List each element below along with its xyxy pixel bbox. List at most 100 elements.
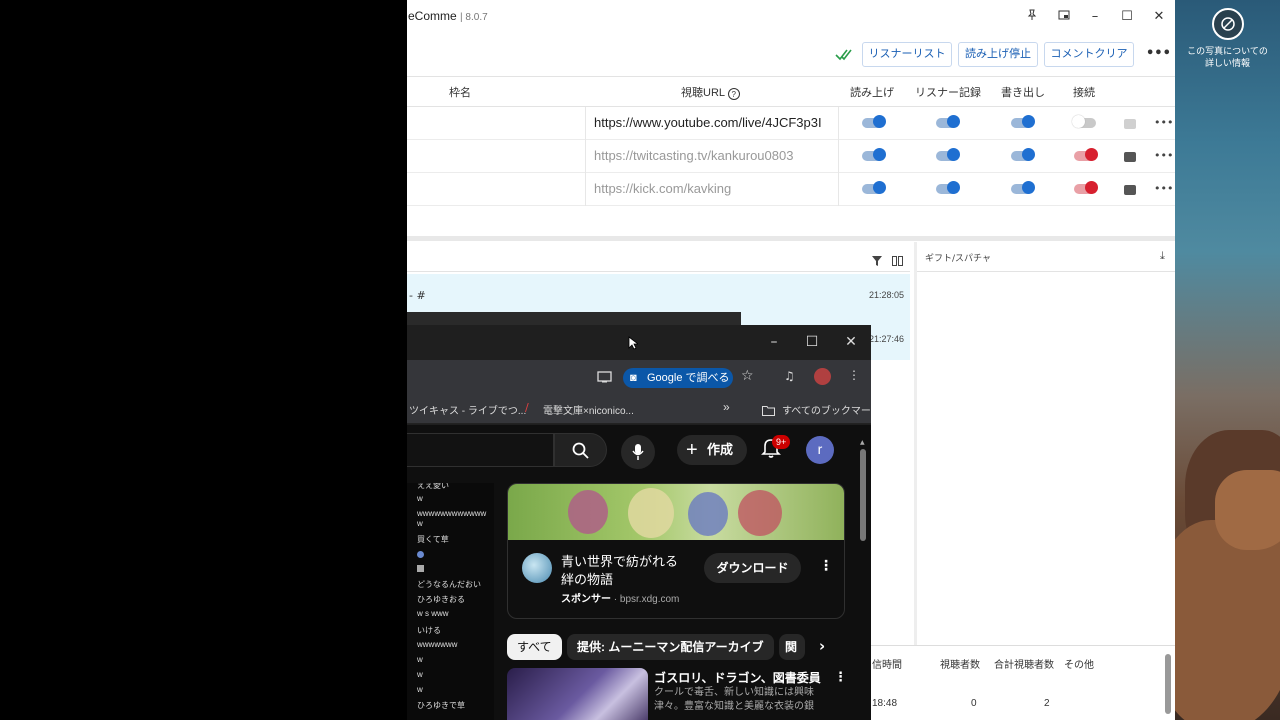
url-field[interactable]: https://kick.com/kavking — [585, 173, 839, 206]
youtube-page: + 作成 9+ r ▲ ええ愛い w wwwwwwwwwwww w 買くて草 ど… — [407, 425, 871, 720]
export-toggle[interactable] — [1011, 148, 1035, 161]
read-toggle[interactable] — [862, 148, 886, 161]
url-field[interactable]: https://twitcasting.tv/kankurou0803 — [585, 140, 839, 173]
ad-title: 青い世界で紡がれる 絆の物語 — [561, 554, 679, 587]
connect-toggle[interactable] — [1072, 115, 1096, 128]
stats-header-total: 合計視聴者数 — [994, 660, 1054, 671]
chevron-right-icon[interactable]: › — [819, 637, 825, 655]
photo-info-button[interactable]: この写真についての 詳しい情報 — [1175, 8, 1280, 70]
search-icon — [572, 442, 589, 459]
chat-message: 買くて草 — [417, 535, 449, 544]
voice-search-button[interactable] — [621, 435, 655, 469]
browser-minimize-icon[interactable]: – — [766, 334, 782, 350]
browser-menu-icon[interactable]: ⋮ — [848, 368, 860, 382]
bookmark-star-icon[interactable]: ☆ — [741, 368, 754, 384]
chip-all[interactable]: すべて — [507, 634, 562, 660]
ad-banner-image[interactable] — [508, 484, 844, 540]
bookmark-item[interactable]: ツイキャス - ライブでつ... — [409, 402, 526, 417]
chat-message: w — [417, 494, 423, 503]
row-more-icon[interactable]: ••• — [1154, 116, 1173, 129]
desktop: この写真についての 詳しい情報 eComme | 8.0.7 – ☐ ✕ リスナ… — [0, 0, 1280, 720]
col-listener-log: リスナー記録 — [915, 87, 981, 99]
listener-toggle[interactable] — [936, 181, 960, 194]
youtube-search-input[interactable] — [407, 433, 554, 467]
row-more-icon[interactable]: ••• — [1154, 149, 1173, 162]
ad-logo — [522, 553, 552, 583]
bookmarks-bar: ツイキャス - ライブでつ... ∕ 電撃文庫×niconico... » すべ… — [407, 394, 871, 424]
minimize-icon[interactable]: – — [1087, 9, 1103, 25]
youtube-search-button[interactable] — [554, 433, 607, 467]
chat-message: wwwwwww — [417, 640, 458, 649]
video-title[interactable]: ゴスロリ、ドラゴン、図書委員 — [654, 669, 821, 686]
comment-icon[interactable] — [1124, 119, 1136, 129]
ad-menu-icon[interactable]: ⋮ — [819, 558, 833, 574]
browser-close-icon[interactable]: ✕ — [843, 334, 859, 350]
gift-panel-title: ギフト/スパチャ — [925, 254, 991, 264]
check-icon — [835, 46, 853, 65]
ad-sponsor-line: スポンサー · bpsr.xdg.com — [561, 594, 680, 605]
bookmarks-overflow[interactable]: » — [723, 400, 730, 414]
pip-icon[interactable] — [1056, 9, 1072, 25]
col-export: 書き出し — [1001, 87, 1045, 99]
app-name: eComme — [408, 9, 457, 23]
plus-icon: + — [686, 439, 698, 461]
media-control-icon[interactable]: ♫ — [784, 369, 795, 383]
account-avatar[interactable]: r — [806, 436, 834, 464]
panel-splitter[interactable] — [407, 236, 1175, 241]
profile-avatar[interactable] — [814, 368, 831, 385]
chip-next[interactable]: 関 — [779, 634, 805, 660]
desktop-wallpaper: この写真についての 詳しい情報 — [1175, 0, 1280, 720]
help-icon[interactable]: ? — [727, 88, 740, 100]
sort-icon[interactable]: ⤓ — [1160, 249, 1165, 263]
browser-maximize-icon[interactable]: ☐ — [804, 334, 820, 350]
connect-toggle[interactable] — [1074, 148, 1098, 161]
google-lens-button[interactable]: ◙ Google で調べる — [623, 368, 733, 388]
read-toggle[interactable] — [862, 181, 886, 194]
read-toggle[interactable] — [862, 115, 886, 128]
create-button[interactable]: + 作成 — [677, 435, 747, 465]
page-scrollbar[interactable]: ▲ — [860, 439, 866, 719]
stats-value-viewers: 0 — [971, 698, 977, 709]
export-toggle[interactable] — [1011, 181, 1035, 194]
stats-scrollbar[interactable] — [1165, 654, 1171, 714]
all-bookmarks[interactable]: すべてのブックマーク — [782, 402, 871, 417]
video-thumbnail[interactable] — [507, 668, 648, 720]
row-more-icon[interactable]: ••• — [1154, 182, 1173, 195]
comment-time: 21:28:05 — [869, 290, 905, 300]
chip-provided[interactable]: 提供: ムーニーマン配信アーカイブ — [567, 634, 774, 660]
listener-toggle[interactable] — [936, 148, 960, 161]
video-menu-icon[interactable]: ⋮ — [834, 670, 847, 685]
connect-toggle[interactable] — [1074, 181, 1098, 194]
columns-icon[interactable] — [892, 251, 903, 270]
browser-window: – ☐ ✕ ◙ Google で調べる ☆ ♫ ⋮ ツイキャス - ライブでつ.… — [407, 325, 871, 720]
chat-emoji-icon — [417, 551, 424, 558]
filter-icon[interactable] — [872, 251, 882, 270]
chat-message: ええ愛い — [417, 483, 449, 490]
listener-list-button[interactable]: リスナーリスト — [862, 42, 952, 67]
stats-header-viewers: 視聴者数 — [940, 660, 980, 671]
bookmark-item[interactable]: 電撃文庫×niconico... — [543, 402, 634, 417]
maximize-icon[interactable]: ☐ — [1119, 9, 1135, 25]
stats-panel: 信時間 視聴者数 合計視聴者数 その他 18:48 0 2 — [870, 645, 1175, 720]
close-icon[interactable]: ✕ — [1151, 9, 1167, 25]
listener-toggle[interactable] — [936, 115, 960, 128]
mouse-cursor-icon — [628, 335, 640, 354]
mic-icon — [632, 444, 644, 460]
chat-message: w — [417, 685, 423, 694]
more-options-icon[interactable]: ••• — [1146, 46, 1171, 62]
folder-icon — [762, 401, 775, 420]
col-url: 視聴URL ? — [681, 84, 740, 100]
stats-header-other: その他 — [1064, 660, 1094, 671]
col-connect: 接続 — [1073, 87, 1095, 99]
clear-comments-button[interactable]: コメントクリア — [1044, 42, 1134, 67]
stop-reading-button[interactable]: 読み上げ停止 — [958, 42, 1038, 67]
sponsored-ad-card[interactable]: 青い世界で紡がれる 絆の物語 スポンサー · bpsr.xdg.com ダウンロ… — [507, 483, 845, 619]
pin-icon[interactable] — [1024, 9, 1040, 25]
export-toggle[interactable] — [1011, 115, 1035, 128]
stream-row: https://www.youtube.com/live/4JCF3p3I ••… — [407, 107, 1175, 140]
url-field[interactable]: https://www.youtube.com/live/4JCF3p3I — [585, 107, 839, 140]
comment-icon[interactable] — [1124, 152, 1136, 162]
ad-download-button[interactable]: ダウンロード — [704, 553, 801, 583]
cast-icon[interactable] — [597, 369, 612, 388]
comment-icon[interactable] — [1124, 185, 1136, 195]
